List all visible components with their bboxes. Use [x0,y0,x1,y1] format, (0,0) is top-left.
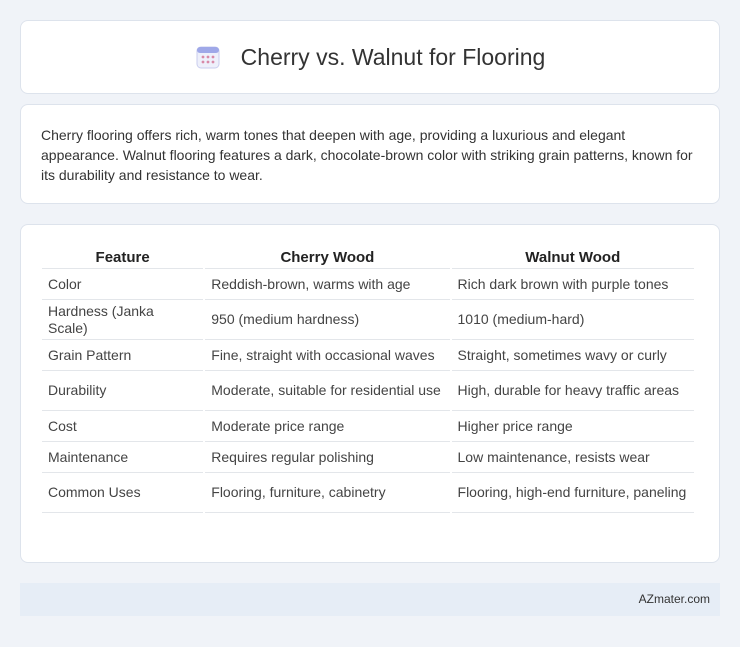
table-row: Durability Moderate, suitable for reside… [42,371,694,411]
title-card: Cherry vs. Walnut for Flooring [20,20,720,94]
calendar-icon [195,44,221,70]
comparison-card: Feature Cherry Wood Walnut Wood Color Re… [20,224,720,563]
table-header-row: Feature Cherry Wood Walnut Wood [42,246,694,269]
comparison-table: Feature Cherry Wood Walnut Wood Color Re… [40,246,696,513]
table-cell: Common Uses [42,473,204,513]
table-row: Grain Pattern Fine, straight with occasi… [42,340,694,371]
table-cell: Higher price range [451,411,694,442]
table-cell: Cost [42,411,204,442]
table-cell: Requires regular polishing [205,442,450,473]
table-cell: 950 (medium hardness) [205,300,450,340]
table-cell: Moderate, suitable for residential use [205,371,450,411]
table-row: Cost Moderate price range Higher price r… [42,411,694,442]
column-header: Feature [42,246,204,269]
table-cell: Durability [42,371,204,411]
table-cell: Grain Pattern [42,340,204,371]
table-cell: Moderate price range [205,411,450,442]
table-cell: Maintenance [42,442,204,473]
table-cell: Reddish-brown, warms with age [205,269,450,300]
page-title: Cherry vs. Walnut for Flooring [240,43,546,70]
table-row: Maintenance Requires regular polishing L… [42,442,694,473]
footer-site-link[interactable]: AZmater.com [639,592,710,606]
table-cell: Flooring, furniture, cabinetry [205,473,450,513]
table-cell: Hardness (Janka Scale) [42,300,204,340]
column-header: Walnut Wood [451,246,694,269]
table-row: Hardness (Janka Scale) 950 (medium hardn… [42,300,694,340]
column-header: Cherry Wood [205,246,450,269]
table-row: Common Uses Flooring, furniture, cabinet… [42,473,694,513]
table-cell: Fine, straight with occasional waves [205,340,450,371]
footer: AZmater.com [20,583,720,616]
table-row: Color Reddish-brown, warms with age Rich… [42,269,694,300]
table-cell: Low maintenance, resists wear [451,442,694,473]
intro-text: Cherry flooring offers rich, warm tones … [41,127,693,183]
table-cell: 1010 (medium-hard) [451,300,694,340]
table-cell: High, durable for heavy traffic areas [451,371,694,411]
table-cell: Straight, sometimes wavy or curly [451,340,694,371]
intro-card: Cherry flooring offers rich, warm tones … [20,104,720,204]
table-cell: Flooring, high-end furniture, paneling [451,473,694,513]
table-cell: Color [42,269,204,300]
table-cell: Rich dark brown with purple tones [451,269,694,300]
